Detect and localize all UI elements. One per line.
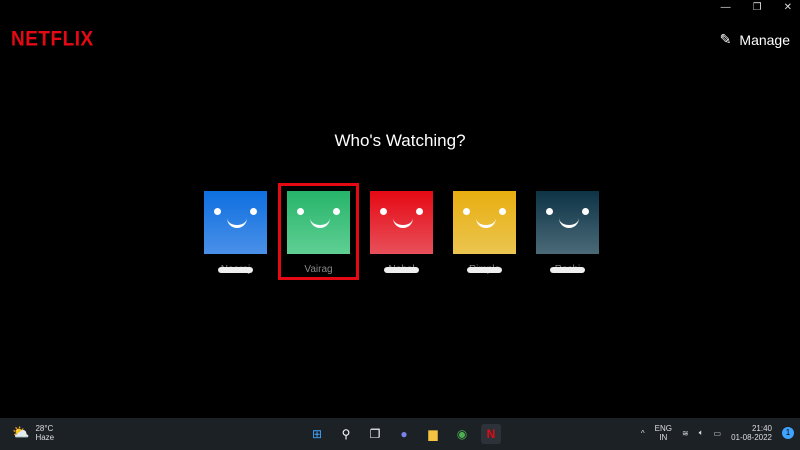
profile-name: Vairag — [304, 264, 333, 275]
teams-chat-icon[interactable]: ● — [394, 424, 414, 444]
region: IN — [659, 433, 668, 442]
wifi-icon[interactable]: ≋ — [682, 429, 689, 438]
close-button[interactable]: ✕ — [784, 2, 792, 13]
weather-widget[interactable]: ⛅ 28°C Haze — [12, 424, 54, 442]
clock[interactable]: 21:40 01-08-2022 — [731, 424, 772, 442]
language-indicator[interactable]: ENG IN — [655, 424, 672, 442]
restore-button[interactable]: ❐ — [753, 2, 762, 13]
battery-icon[interactable]: ▭ — [714, 429, 722, 438]
pencil-icon: ✎ — [719, 31, 732, 47]
notification-badge[interactable]: 1 — [782, 427, 794, 439]
netflix-logo: NETFLIX — [11, 27, 94, 51]
profile-1[interactable]: Vairag — [278, 183, 359, 280]
avatar — [536, 191, 599, 254]
manage-button[interactable]: ✎ Manage — [720, 31, 790, 48]
temperature: 28°C — [35, 424, 54, 433]
avatar — [453, 191, 516, 254]
time: 21:40 — [751, 424, 772, 433]
avatar — [204, 191, 267, 254]
chevron-up-icon[interactable]: ^ — [641, 429, 645, 438]
volume-icon[interactable]: 🔈︎ — [699, 428, 704, 438]
profile-2[interactable]: Nehal — [370, 191, 433, 276]
avatar — [287, 191, 350, 254]
profile-4[interactable]: Rashi — [536, 191, 599, 276]
task-view-icon[interactable]: ❐ — [365, 424, 385, 444]
netflix-app-icon[interactable]: N — [481, 424, 501, 444]
weather-condition: Haze — [35, 433, 55, 442]
window-controls: — ❐ ✕ — [721, 2, 792, 13]
profile-0[interactable]: Neeraj — [204, 191, 267, 276]
taskbar: ⛅ 28°C Haze ⊞ ⚲ ❐ ● ▆ ◉ N ^ ENG IN ≋ 🔈︎ ▭ … — [0, 418, 800, 450]
weather-icon: ⛅ — [12, 424, 30, 440]
profile-list: Neeraj Vairag Nehal Rimple Rashi — [204, 183, 599, 280]
manage-label: Manage — [739, 31, 790, 48]
page-title: Who's Watching? — [334, 131, 466, 150]
avatar — [370, 191, 433, 254]
search-icon[interactable]: ⚲ — [336, 424, 356, 444]
file-explorer-icon[interactable]: ▆ — [423, 424, 443, 444]
date: 01-08-2022 — [731, 433, 772, 442]
profile-3[interactable]: Rimple — [453, 191, 516, 276]
chrome-icon[interactable]: ◉ — [452, 424, 472, 444]
language: ENG — [654, 424, 672, 433]
windows-start-icon[interactable]: ⊞ — [307, 424, 327, 444]
minimize-button[interactable]: — — [721, 2, 731, 13]
